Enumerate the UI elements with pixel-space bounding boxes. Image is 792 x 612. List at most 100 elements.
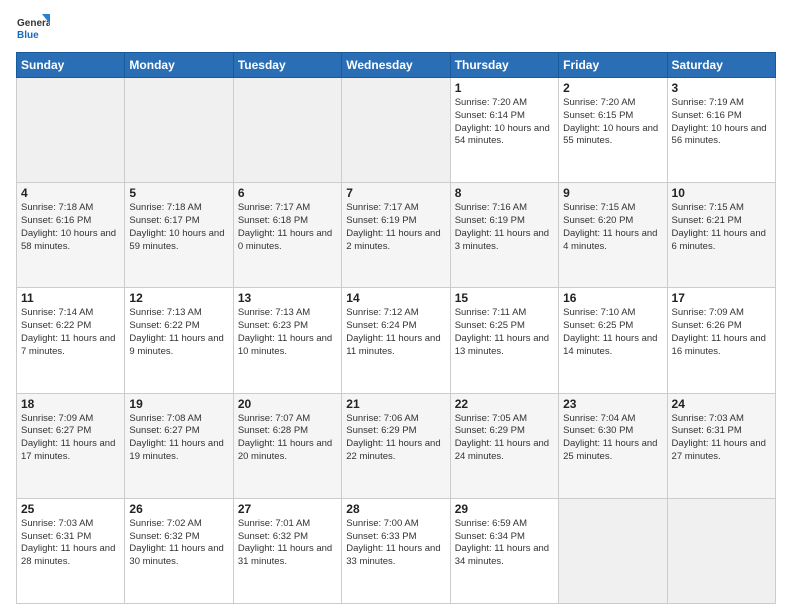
weekday-header-tuesday: Tuesday [233, 53, 341, 78]
weekday-header-monday: Monday [125, 53, 233, 78]
day-number: 26 [129, 502, 228, 516]
day-cell-24: 24Sunrise: 7:03 AMSunset: 6:31 PMDayligh… [667, 393, 775, 498]
day-number: 25 [21, 502, 120, 516]
daylight-label: Daylight: 11 hours and 14 minutes. [563, 333, 657, 357]
daylight-label: Daylight: 11 hours and 27 minutes. [672, 438, 766, 462]
sunset-label: Sunset: 6:27 PM [21, 425, 91, 436]
day-info: Sunrise: 6:59 AM Sunset: 6:34 PMDaylight:… [455, 518, 554, 569]
sunset-label: Sunset: 6:22 PM [129, 320, 199, 331]
day-cell-16: 16 Sunrise: 7:10 AM Sunset: 6:25 PM Dayligh… [559, 288, 667, 393]
sunset-label: Sunset: 6:14 PM [455, 110, 525, 121]
calendar-week-3: 11Sunrise: 7:14 AMSunset: 6:22 PMDayligh… [17, 288, 776, 393]
day-info: Sunrise: 7:15 AMSunset: 6:21 PMDaylight:… [672, 202, 771, 253]
empty-cell [233, 78, 341, 183]
logo: General Blue [16, 12, 50, 46]
day-cell-26: 26Sunrise: 7:02 AMSunset: 6:32 PMDayligh… [125, 498, 233, 603]
sunrise-label: Sunrise: 7:18 AM [21, 202, 93, 213]
day-number: 12 [129, 291, 228, 305]
sunset-label: Sunset: 6:23 PM [238, 320, 308, 331]
day-number: 18 [21, 397, 120, 411]
weekday-header-thursday: Thursday [450, 53, 558, 78]
day-cell-8: 8Sunrise: 7:16 AMSunset: 6:19 PMDaylight… [450, 183, 558, 288]
sunrise-label: Sunrise: 7:07 AM [238, 413, 310, 424]
day-cell-1: 1Sunrise: 7:20 AMSunset: 6:14 PMDaylight… [450, 78, 558, 183]
day-number: 23 [563, 397, 662, 411]
weekday-header-saturday: Saturday [667, 53, 775, 78]
sunset-label: Sunset: 6:31 PM [21, 531, 91, 542]
day-info: Sunrise: 7:00 AMSunset: 6:33 PMDaylight:… [346, 518, 445, 569]
calendar-header-row: SundayMondayTuesdayWednesdayThursdayFrid… [17, 53, 776, 78]
day-cell-4: 4Sunrise: 7:18 AMSunset: 6:16 PMDaylight… [17, 183, 125, 288]
day-cell-19: 19Sunrise: 7:08 AMSunset: 6:27 PMDayligh… [125, 393, 233, 498]
day-info: Sunrise: 7:03 AMSunset: 6:31 PMDaylight:… [21, 518, 120, 569]
sunrise-label: Sunrise: 7:20 AM [455, 97, 527, 108]
sunset-label: Sunset: 6:29 PM [455, 425, 525, 436]
daylight-label: Daylight: 11 hours and 33 minutes. [346, 543, 440, 567]
weekday-header-sunday: Sunday [17, 53, 125, 78]
day-cell-14: 14Sunrise: 7:12 AMSunset: 6:24 PMDayligh… [342, 288, 450, 393]
sunrise-label: Sunrise: 7:00 AM [346, 518, 418, 529]
sunset-label: Sunset: 6:25 PM [455, 320, 525, 331]
sunset-label: Sunset: 6:32 PM [238, 531, 308, 542]
sunrise-label: Sunrise: 7:15 AM [672, 202, 744, 213]
calendar-week-2: 4Sunrise: 7:18 AMSunset: 6:16 PMDaylight… [17, 183, 776, 288]
day-number: 6 [238, 186, 337, 200]
day-cell-6: 6 Sunrise: 7:17 AMSunset: 6:18 PMDaylight… [233, 183, 341, 288]
sunset-label: Sunset: 6:27 PM [129, 425, 199, 436]
empty-cell [125, 78, 233, 183]
sunset-label: Sunset: 6:17 PM [129, 215, 199, 226]
sunset-label: Sunset: 6:32 PM [129, 531, 199, 542]
day-info: Sunrise: 7:20 AMSunset: 6:14 PMDaylight:… [455, 97, 554, 148]
daylight-label: Daylight: 11 hours and 4 minutes. [563, 228, 657, 252]
day-number: 20 [238, 397, 337, 411]
sunset-label: Sunset: 6:20 PM [563, 215, 633, 226]
sunset-label: Sunset: 6:29 PM [346, 425, 416, 436]
day-cell-12: 12Sunrise: 7:13 AMSunset: 6:22 PMDayligh… [125, 288, 233, 393]
logo-icon: General Blue [16, 12, 50, 46]
day-cell-2: 2Sunrise: 7:20 AMSunset: 6:15 PMDaylight… [559, 78, 667, 183]
day-info: Sunrise: 7:08 AMSunset: 6:27 PMDaylight:… [129, 413, 228, 464]
sunset-label: Sunset: 6:22 PM [21, 320, 91, 331]
day-number: 21 [346, 397, 445, 411]
sunset-label: Sunset: 6:31 PM [672, 425, 742, 436]
sunrise-label: Sunrise: 7:09 AM [21, 413, 93, 424]
daylight-label: Daylight: 11 hours and 17 minutes. [21, 438, 115, 462]
sunset-label: Sunset: 6:34 PM [455, 531, 525, 542]
sunset-label: Sunset: 6:16 PM [672, 110, 742, 121]
sunset-label: Sunset: 6:25 PM [563, 320, 633, 331]
sunrise-label: Sunrise: 6:59 AM [455, 518, 527, 529]
day-info: Sunrise: 7:10 AM Sunset: 6:25 PM Daylight:… [563, 307, 662, 358]
day-info: Sunrise: 7:03 AMSunset: 6:31 PMDaylight:… [672, 413, 771, 464]
sunrise-label: Sunrise: 7:05 AM [455, 413, 527, 424]
day-info: Sunrise: 7:19 AMSunset: 6:16 PMDaylight:… [672, 97, 771, 148]
day-info: Sunrise: 7:04 AMSunset: 6:30 PMDaylight:… [563, 413, 662, 464]
daylight-label: Daylight: 10 hours and 59 minutes. [129, 228, 224, 252]
day-info: Sunrise: 7:17 AMSunset: 6:18 PMDaylight:… [238, 202, 337, 253]
day-cell-29: 29 Sunrise: 6:59 AM Sunset: 6:34 PMDayligh… [450, 498, 558, 603]
day-info: Sunrise: 7:09 AM Sunset: 6:26 PM Daylight:… [672, 307, 771, 358]
day-number: 29 [455, 502, 554, 516]
daylight-label: Daylight: 10 hours and 55 minutes. [563, 123, 658, 147]
sunrise-label: Sunrise: 7:12 AM [346, 307, 418, 318]
day-info: Sunrise: 7:06 AMSunset: 6:29 PMDaylight:… [346, 413, 445, 464]
sunrise-label: Sunrise: 7:16 AM [455, 202, 527, 213]
day-number: 5 [129, 186, 228, 200]
day-number: 16 [563, 291, 662, 305]
day-cell-23: 23 Sunrise: 7:04 AMSunset: 6:30 PMDayligh… [559, 393, 667, 498]
daylight-label: Daylight: 11 hours and 10 minutes. [238, 333, 332, 357]
daylight-label: Daylight: 11 hours and 30 minutes. [129, 543, 223, 567]
daylight-label: Daylight: 11 hours and 9 minutes. [129, 333, 223, 357]
sunrise-label: Sunrise: 7:18 AM [129, 202, 201, 213]
daylight-label: Daylight: 11 hours and 34 minutes. [455, 543, 549, 567]
sunrise-label: Sunrise: 7:06 AM [346, 413, 418, 424]
sunset-label: Sunset: 6:26 PM [672, 320, 742, 331]
day-cell-11: 11Sunrise: 7:14 AMSunset: 6:22 PMDayligh… [17, 288, 125, 393]
sunrise-label: Sunrise: 7:10 AM [563, 307, 635, 318]
day-cell-21: 21 Sunrise: 7:06 AMSunset: 6:29 PMDayligh… [342, 393, 450, 498]
daylight-label: Daylight: 11 hours and 20 minutes. [238, 438, 332, 462]
daylight-label: Daylight: 11 hours and 16 minutes. [672, 333, 766, 357]
day-cell-3: 3Sunrise: 7:19 AMSunset: 6:16 PMDaylight… [667, 78, 775, 183]
day-cell-20: 20Sunrise: 7:07 AMSunset: 6:28 PMDayligh… [233, 393, 341, 498]
sunrise-label: Sunrise: 7:09 AM [672, 307, 744, 318]
daylight-label: Daylight: 11 hours and 2 minutes. [346, 228, 440, 252]
